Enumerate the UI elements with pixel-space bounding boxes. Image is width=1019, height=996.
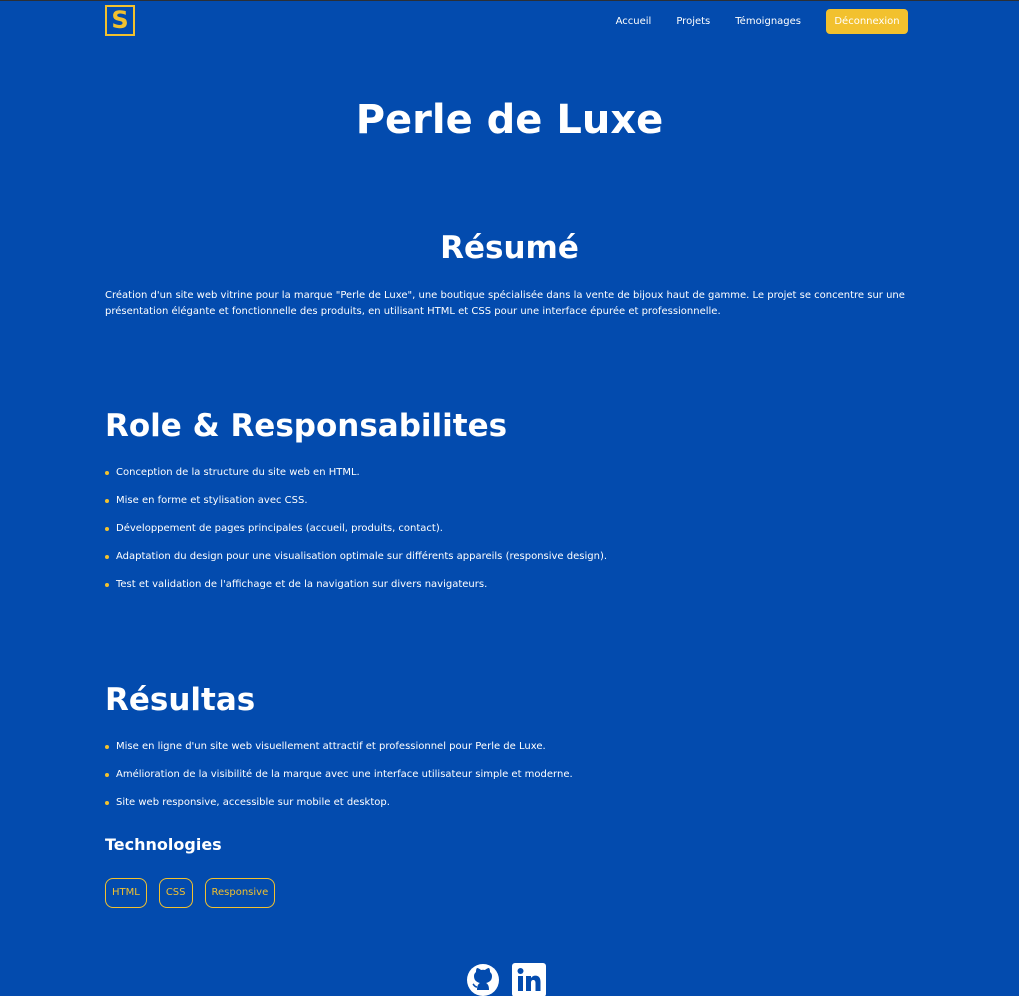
summary-text: Création d'un site web vitrine pour la m… bbox=[105, 290, 905, 317]
bullet-icon bbox=[105, 527, 109, 531]
results-heading: Résultas bbox=[105, 682, 256, 718]
bullet-icon bbox=[105, 801, 109, 805]
list-item: Test et validation de l'affichage et de … bbox=[105, 577, 905, 605]
list-item: Conception de la structure du site web e… bbox=[105, 465, 905, 493]
list-item-text: Développement de pages principales (accu… bbox=[116, 523, 443, 534]
bullet-icon bbox=[105, 499, 109, 503]
list-item-text: Site web responsive, accessible sur mobi… bbox=[116, 797, 390, 808]
list-item-text: Conception de la structure du site web e… bbox=[116, 467, 360, 478]
page-title: Perle de Luxe bbox=[355, 97, 664, 143]
top-border bbox=[0, 0, 1019, 1]
github-icon[interactable] bbox=[466, 963, 500, 996]
bullet-icon bbox=[105, 583, 109, 587]
list-item-text: Test et validation de l'affichage et de … bbox=[116, 579, 488, 590]
nav-link-temoignages[interactable]: Témoignages bbox=[735, 16, 801, 27]
nav-links: Accueil Projets Témoignages Déconnexion bbox=[616, 9, 908, 34]
results-list: Mise en ligne d'un site web visuellement… bbox=[105, 739, 905, 823]
list-item: Mise en forme et stylisation avec CSS. bbox=[105, 493, 905, 521]
linkedin-icon[interactable] bbox=[512, 963, 546, 996]
tag-css: CSS bbox=[158, 878, 193, 908]
bullet-icon bbox=[105, 471, 109, 475]
summary-heading: Résumé bbox=[440, 230, 579, 266]
list-item: Développement de pages principales (accu… bbox=[105, 521, 905, 549]
bullet-icon bbox=[105, 745, 109, 749]
technologies-heading: Technologies bbox=[105, 835, 222, 854]
roles-heading: Role & Responsabilites bbox=[105, 408, 508, 444]
list-item: Mise en ligne d'un site web visuellement… bbox=[105, 739, 905, 767]
social-links bbox=[466, 963, 558, 996]
nav-link-accueil[interactable]: Accueil bbox=[616, 16, 652, 27]
roles-list: Conception de la structure du site web e… bbox=[105, 465, 905, 605]
bullet-icon bbox=[105, 555, 109, 559]
logout-button[interactable]: Déconnexion bbox=[826, 9, 908, 34]
logo[interactable]: S bbox=[105, 5, 135, 36]
list-item: Amélioration de la visibilité de la marq… bbox=[105, 767, 905, 795]
technology-tags: HTML CSS Responsive bbox=[105, 878, 287, 908]
list-item-text: Mise en forme et stylisation avec CSS. bbox=[116, 495, 308, 506]
tag-responsive: Responsive bbox=[204, 878, 276, 908]
list-item: Adaptation du design pour une visualisat… bbox=[105, 549, 905, 577]
list-item: Site web responsive, accessible sur mobi… bbox=[105, 795, 905, 823]
tag-html: HTML bbox=[105, 878, 147, 908]
bullet-icon bbox=[105, 773, 109, 777]
nav-link-projets[interactable]: Projets bbox=[676, 16, 710, 27]
navbar: S Accueil Projets Témoignages Déconnexio… bbox=[105, 4, 908, 40]
list-item-text: Adaptation du design pour une visualisat… bbox=[116, 551, 608, 562]
list-item-text: Amélioration de la visibilité de la marq… bbox=[116, 769, 573, 780]
list-item-text: Mise en ligne d'un site web visuellement… bbox=[116, 741, 546, 752]
